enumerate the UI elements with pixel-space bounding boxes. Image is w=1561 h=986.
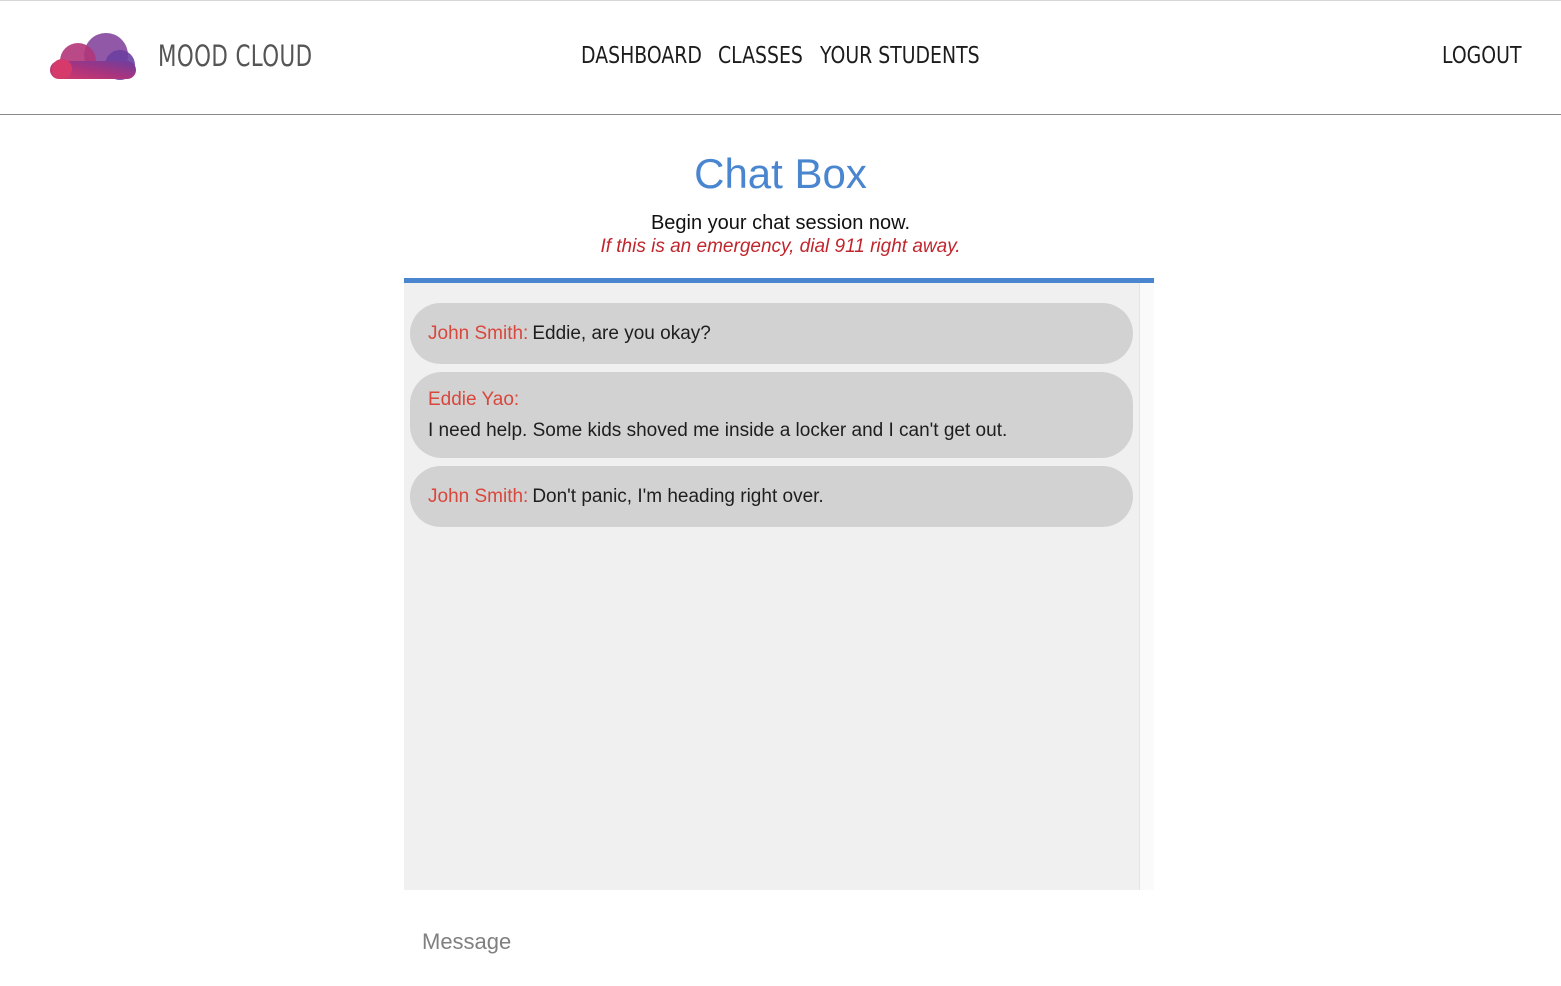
chat-scrollbar[interactable] [1139,283,1154,890]
page-subtitle: Begin your chat session now. [650,212,911,234]
message-input[interactable] [404,916,1154,968]
logout-link[interactable]: LOGOUT [1442,43,1521,69]
chat-window[interactable]: John Smith: Eddie, are you okay? Eddie Ya… [404,278,1154,890]
message-sender: Eddie Yao: [428,389,520,410]
message-bubble: Eddie Yao: I need help. Some kids shoved … [410,372,1133,458]
top-navbar: MOOD CLOUD DASHBOARD CLASSES YOUR STUDEN… [0,0,1561,115]
message-bubble: John Smith: Eddie, are you okay? [410,303,1133,364]
message-sender: John Smith: [428,486,529,507]
message-text: Don't panic, I'm heading right over. [532,486,824,507]
nav-dashboard[interactable]: DASHBOARD [581,43,702,69]
message-sender: John Smith: [428,323,529,344]
nav-your-students[interactable]: YOUR STUDENTS [820,43,980,69]
brand-name[interactable]: MOOD CLOUD [158,39,312,73]
message-bubble: John Smith: Don't panic, I'm heading righ… [410,466,1133,527]
message-text: Eddie, are you okay? [532,323,711,344]
message-list: John Smith: Eddie, are you okay? Eddie Ya… [410,303,1133,535]
cloud-icon[interactable] [48,31,138,81]
nav-classes[interactable]: CLASSES [718,43,803,69]
message-text: I need help. Some kids shoved me inside … [428,420,1008,441]
emergency-notice: If this is an emergency, dial 911 right … [600,236,961,257]
page-title: Chat Box [694,150,867,197]
